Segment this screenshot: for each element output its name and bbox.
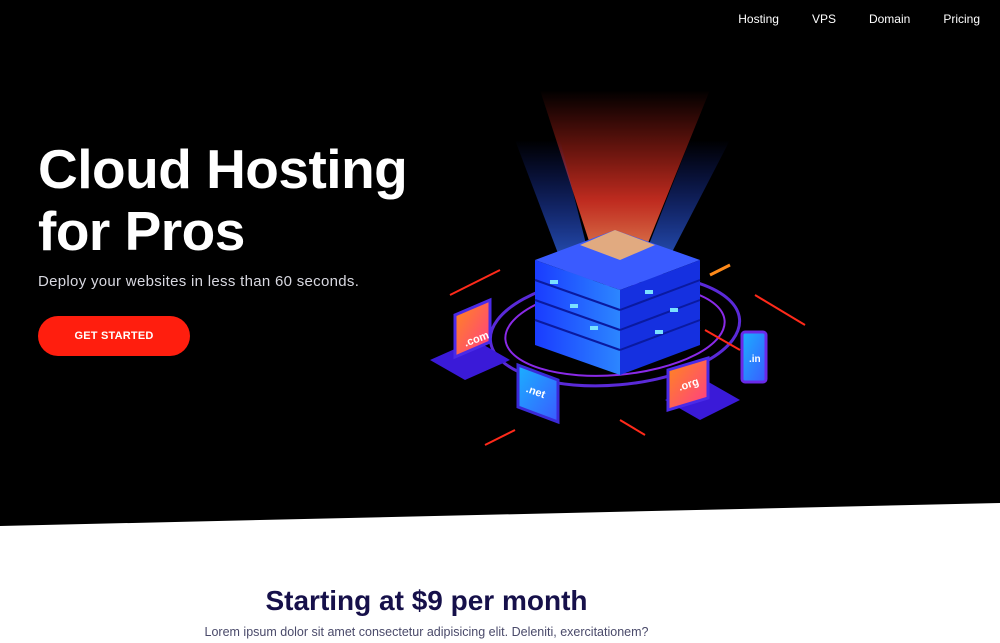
- hero-subtitle: Deploy your websites in less than 60 sec…: [38, 273, 360, 290]
- hero-title-line2: for Pros: [38, 200, 245, 262]
- domain-label-in: .in: [749, 354, 761, 365]
- nav-link-hosting[interactable]: Hosting: [738, 12, 779, 26]
- top-nav: Hosting VPS Domain Pricing: [738, 12, 980, 26]
- hero-title: Cloud Hosting for Pros: [38, 138, 458, 262]
- pricing-description: Lorem ipsum dolor sit amet consectetur a…: [204, 625, 649, 639]
- get-started-button[interactable]: GET STARTED: [38, 316, 190, 356]
- laptop-com: .com: [430, 297, 510, 380]
- tablet-net: .net: [516, 362, 560, 425]
- hero-title-line1: Cloud Hosting: [38, 138, 408, 200]
- laptop-org: .org: [665, 355, 740, 420]
- nav-link-pricing[interactable]: Pricing: [910, 12, 980, 26]
- nav-link-domain[interactable]: Domain: [836, 12, 910, 26]
- hero-section: Hosting VPS Domain Pricing Cloud Hosting…: [0, 0, 1000, 526]
- phone-in: .in: [740, 330, 768, 384]
- server-cluster: [534, 230, 701, 375]
- nav-link-vps[interactable]: VPS: [779, 12, 836, 26]
- server-illustration: .com .net .org .in: [430, 90, 806, 446]
- pricing-title: Starting at $9 per month: [265, 585, 588, 616]
